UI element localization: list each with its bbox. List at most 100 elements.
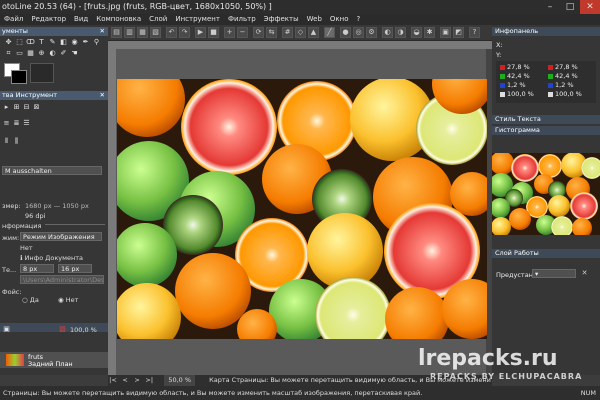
align-icon[interactable]: ≣: [12, 119, 21, 128]
color-icon[interactable]: ◐: [382, 27, 393, 38]
gradient-icon[interactable]: ▦: [26, 49, 35, 58]
menu-layout[interactable]: Компоновка: [92, 14, 145, 25]
option-icon[interactable]: ⊞: [12, 103, 21, 112]
pen-icon[interactable]: ✐: [59, 49, 68, 58]
radio-no[interactable]: ◉ Нет: [58, 296, 78, 304]
menu-layer[interactable]: Слой: [145, 14, 171, 25]
option-icon[interactable]: ⊠: [32, 103, 41, 112]
text-icon[interactable]: T: [37, 38, 46, 47]
transform-dropdown[interactable]: M ausschalten: [2, 166, 102, 175]
menu-effects[interactable]: Эффекты: [260, 14, 303, 25]
crop-icon[interactable]: ⌗: [4, 49, 13, 58]
path-field[interactable]: \Users\Administrator\Desktop\fru: [20, 275, 104, 284]
menu-window[interactable]: Окно: [326, 14, 353, 25]
save-icon[interactable]: ▦: [137, 27, 148, 38]
menu-tool[interactable]: Инструмент: [171, 14, 224, 25]
menu-web[interactable]: Web: [303, 14, 326, 25]
option-icon[interactable]: ▸: [2, 103, 11, 112]
move-icon[interactable]: ✥: [4, 38, 13, 47]
radio-yes[interactable]: ○ Да: [22, 296, 39, 304]
mode-select[interactable]: Режим Изображения: [20, 232, 102, 241]
divider: [45, 224, 105, 225]
prev-page-icon[interactable]: <: [120, 375, 130, 386]
layer-icon[interactable]: ▣: [2, 325, 11, 334]
rotate-icon[interactable]: ⟳: [253, 27, 264, 38]
brush-preview[interactable]: [30, 63, 54, 83]
next-page-icon[interactable]: >: [132, 375, 142, 386]
print-icon[interactable]: ▧: [150, 27, 161, 38]
status-value: Нет: [20, 244, 33, 252]
zoom-in-icon[interactable]: +: [224, 27, 235, 38]
canvas-image[interactable]: [117, 79, 487, 339]
stop-icon[interactable]: ■: [208, 27, 219, 38]
option-icon[interactable]: ⊟: [22, 103, 31, 112]
close-button[interactable]: ✕: [580, 0, 600, 14]
fill-icon[interactable]: ◉: [70, 38, 79, 47]
value-field-2[interactable]: 16 px: [58, 264, 92, 273]
zoom-icon[interactable]: ⚲: [92, 38, 101, 47]
close-icon[interactable]: ✕: [100, 91, 105, 100]
flip-icon[interactable]: ⇆: [266, 27, 277, 38]
first-page-icon[interactable]: |<: [108, 375, 118, 386]
tools-grid: ✥ ⬚ ↀ T ✎ ◧ ◉ ✒ ⚲ ⌗ ▭ ▦ ⊕ ◐ ✐ ☚: [2, 37, 106, 85]
distribute-icon[interactable]: ⫼: [12, 137, 21, 146]
layer-sub: Задний План: [28, 360, 73, 368]
align-icon[interactable]: ☰: [22, 119, 31, 128]
menu-file[interactable]: Файл: [0, 14, 27, 25]
grid-icon[interactable]: #: [282, 27, 293, 38]
histogram-panel-title: Гистограмма: [492, 126, 600, 135]
hand-icon[interactable]: ☚: [70, 49, 79, 58]
ruler-top: [116, 41, 492, 49]
text-style-panel-title: Стиль Текста: [492, 115, 600, 124]
draw-line-icon[interactable]: ╱: [324, 27, 335, 38]
align-icon[interactable]: ≡: [2, 119, 11, 128]
layer-new-icon[interactable]: ▣: [440, 27, 451, 38]
select-icon[interactable]: ⬚: [15, 38, 24, 47]
maximize-button[interactable]: □: [560, 0, 580, 14]
new-icon[interactable]: ▤: [111, 27, 122, 38]
redo-icon[interactable]: ↷: [179, 27, 190, 38]
zoom-value[interactable]: 50,0 %: [164, 375, 196, 386]
settings-icon[interactable]: ⚙: [366, 27, 377, 38]
undo-icon[interactable]: ↶: [166, 27, 177, 38]
clone-icon[interactable]: ⊕: [37, 49, 46, 58]
transform-icon[interactable]: ◇: [295, 27, 306, 38]
lock-icon[interactable]: ▨: [58, 325, 67, 334]
opacity-value[interactable]: 100,0 %: [70, 326, 97, 334]
minimize-button[interactable]: –: [540, 0, 560, 14]
shape-icon[interactable]: ▭: [15, 49, 24, 58]
navigator-preview[interactable]: [492, 153, 600, 235]
layer-merge-icon[interactable]: ◩: [453, 27, 464, 38]
last-page-icon[interactable]: >|: [144, 375, 154, 386]
mask-icon[interactable]: ◒: [411, 27, 422, 38]
eyedropper-icon[interactable]: ✒: [81, 38, 90, 47]
menu-edit[interactable]: Редактор: [27, 14, 70, 25]
background-color-swatch[interactable]: [11, 70, 27, 84]
brush-icon[interactable]: ✎: [48, 38, 57, 47]
channels-icon[interactable]: ◑: [395, 27, 406, 38]
alpha-swatch: [500, 91, 505, 97]
help-icon[interactable]: ?: [469, 27, 480, 38]
menu-view[interactable]: Вид: [70, 14, 92, 25]
open-icon[interactable]: ▥: [124, 27, 135, 38]
layer-row[interactable]: fruts Задний План: [0, 352, 108, 368]
delete-icon[interactable]: ✕: [580, 269, 589, 278]
menu-filter[interactable]: Фильтр: [224, 14, 260, 25]
play-icon[interactable]: ▶: [195, 27, 206, 38]
close-icon[interactable]: ✕: [100, 27, 105, 36]
levels-icon[interactable]: ▲: [308, 27, 319, 38]
zoom-out-icon[interactable]: −: [237, 27, 248, 38]
red-swatch: [500, 64, 505, 70]
menu-help[interactable]: ?: [353, 14, 365, 25]
lasso-icon[interactable]: ↀ: [26, 38, 35, 47]
blue-value-2: 1,2 %: [555, 81, 574, 89]
preset-select[interactable]: ▾: [532, 269, 576, 278]
target-icon[interactable]: ◎: [353, 27, 364, 38]
value-field-1[interactable]: 8 px: [20, 264, 54, 273]
effects-icon[interactable]: ✱: [424, 27, 435, 38]
main-toolbar: ▤ ▥ ▦ ▧ ↶ ↷ ▶ ■ + − ⟳ ⇆ # ◇ ▲ ╱ ● ◎ ⚙ ◐ …: [108, 25, 492, 41]
eraser-icon[interactable]: ◧: [59, 38, 68, 47]
circle-icon[interactable]: ●: [340, 27, 351, 38]
distribute-icon[interactable]: ⫴: [2, 137, 11, 146]
smudge-icon[interactable]: ◐: [48, 49, 57, 58]
